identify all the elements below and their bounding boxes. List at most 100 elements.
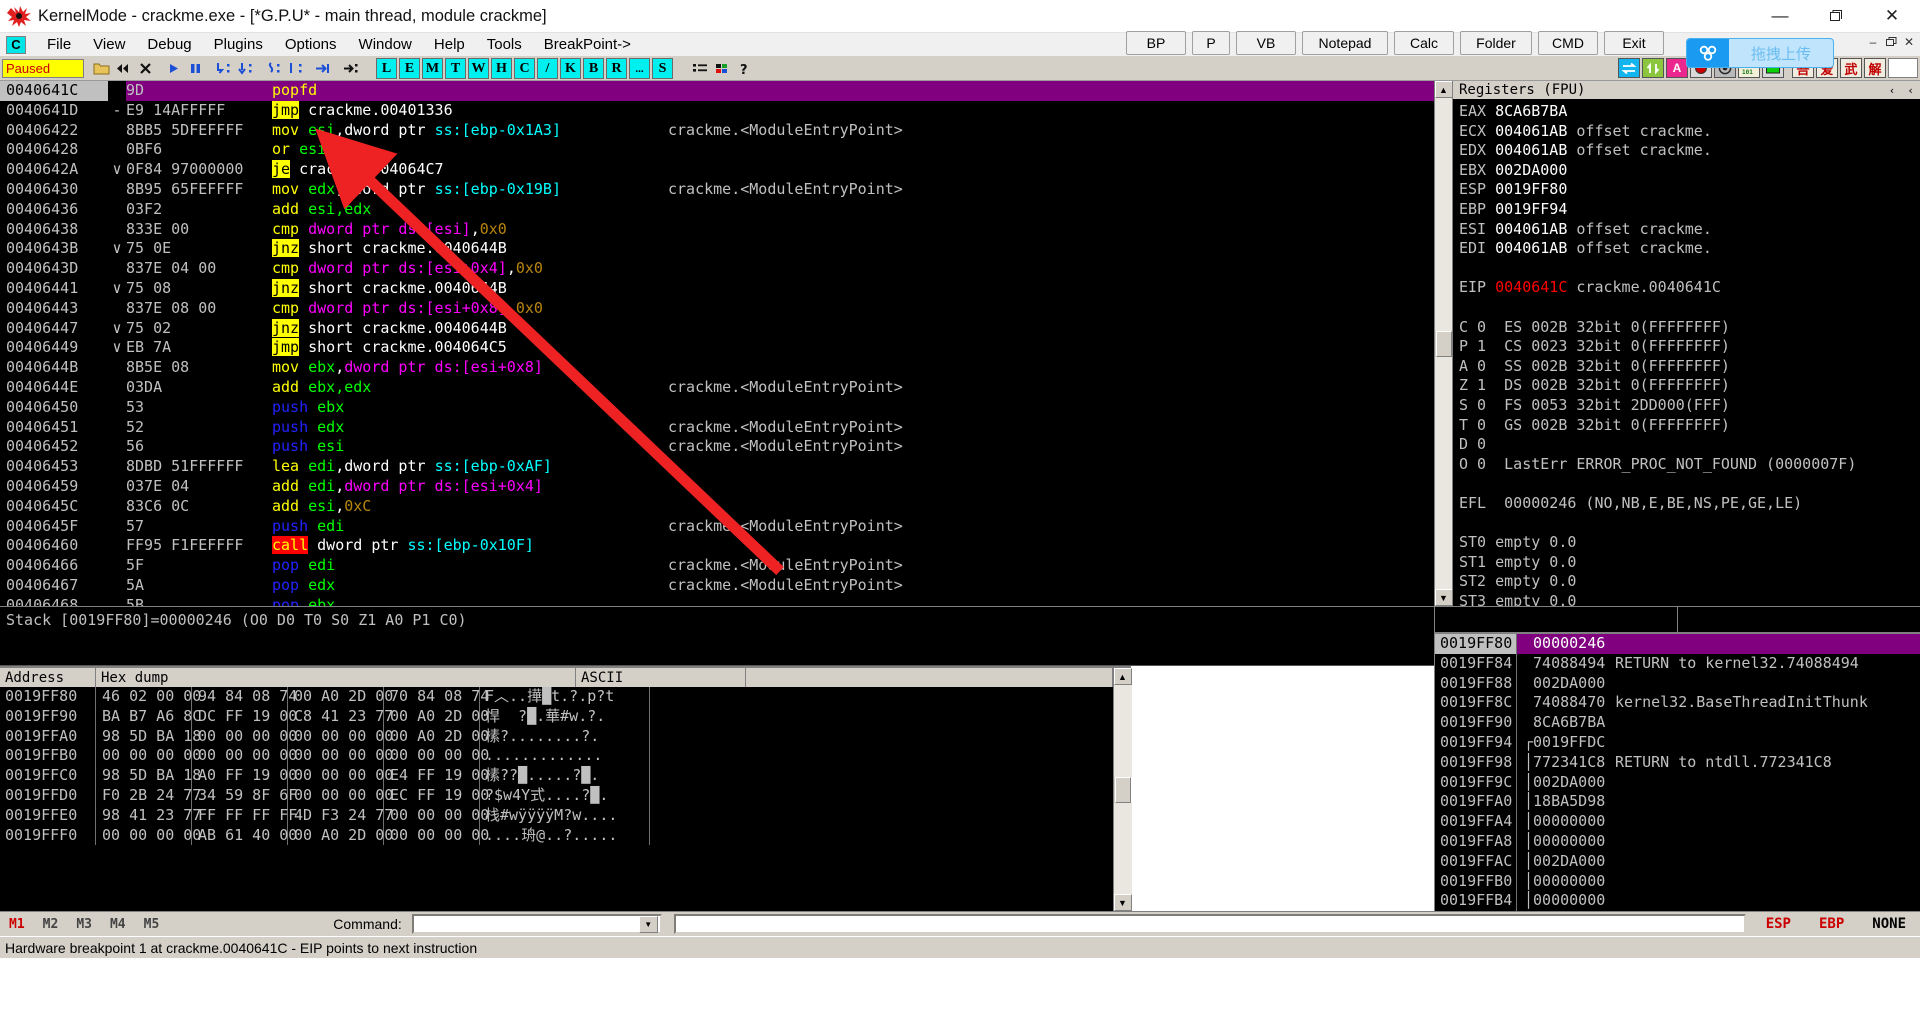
- toolbar-letter-H[interactable]: H: [491, 58, 512, 79]
- dump-col-hex[interactable]: Hex dump: [96, 668, 576, 687]
- dump-row[interactable]: 0019FFB0 00 00 00 00 00 00 00 00 00 00 00 0…: [0, 746, 1113, 767]
- disassembly-row[interactable]: 0040645F 57 push edi crackme.<ModuleEntryPo…: [0, 517, 1434, 537]
- disassembly-row[interactable]: 00406467 5A pop edx crackme.<ModuleEntryPoi…: [0, 576, 1434, 596]
- toolbar-letter-M[interactable]: M: [422, 58, 443, 79]
- dump-col-extra[interactable]: [746, 668, 1113, 687]
- memo-slot-m1[interactable]: M1: [0, 917, 34, 932]
- stack-row[interactable]: 0019FF80 00000246: [1435, 634, 1920, 654]
- stack-row[interactable]: 0019FFB0 │00000000: [1435, 871, 1920, 892]
- command-input[interactable]: ▼: [411, 914, 662, 935]
- flag-s[interactable]: S 0 FS 0053 32bit 2DD000(FFF): [1459, 396, 1920, 416]
- disassembly-row[interactable]: 00406428 0BF6 or esi,esi: [0, 140, 1434, 160]
- stack-row[interactable]: 0019FFAC │002DA000: [1435, 851, 1920, 872]
- flag-c[interactable]: C 0 ES 002B 32bit 0(FFFFFFFF): [1459, 318, 1920, 338]
- menu-view[interactable]: View: [82, 35, 136, 54]
- disassembly-row[interactable]: 0040645C 83C6 0C add esi,0xC: [0, 497, 1434, 517]
- flags-spacer[interactable]: [1459, 298, 1920, 318]
- scroll-down-arrow-icon[interactable]: ▼: [1434, 589, 1453, 606]
- dump-row[interactable]: 0019FFF0 00 00 00 00 AB 61 40 00 00 A0 2D 0…: [0, 825, 1113, 846]
- register-edx[interactable]: EDX 004061AB offset crackme.: [1459, 141, 1920, 161]
- scroll-thumb[interactable]: [1435, 330, 1452, 357]
- disassembly-row[interactable]: 00406436 03F2 add esi,edx: [0, 200, 1434, 220]
- restart-icon[interactable]: [112, 58, 134, 79]
- disassembly-row[interactable]: 0040644E 03DA add ebx,edx crackme.<ModuleEn…: [0, 378, 1434, 398]
- toolbar-letter-slash[interactable]: /: [537, 58, 558, 79]
- disassembly-scrollbar[interactable]: ▲ ▼: [1434, 81, 1453, 606]
- fpu-register-st3[interactable]: ST3 empty 0.0: [1459, 592, 1920, 606]
- flag-o[interactable]: O 0 LastErr ERROR_PROC_NOT_FOUND (000000…: [1459, 455, 1920, 475]
- dump-row[interactable]: 0019FF90 BA B7 A6 8C DC FF 19 00 C8 41 23 7…: [0, 706, 1113, 727]
- chevron-down-icon[interactable]: ▼: [638, 915, 658, 933]
- flag-z[interactable]: Z 1 DS 002B 32bit 0(FFFFFFFF): [1459, 376, 1920, 396]
- cjk-wu2-icon[interactable]: 武: [1840, 58, 1862, 78]
- registers-next-icon[interactable]: ‹: [1901, 84, 1920, 97]
- dump-row[interactable]: 0019FFC0 98 5D BA 18 A0 FF 19 00 00 00 00 0…: [0, 766, 1113, 786]
- menu-options[interactable]: Options: [274, 35, 348, 54]
- dump-scroll-down-icon[interactable]: ▼: [1113, 894, 1132, 911]
- fpu-register-st0[interactable]: ST0 empty 0.0: [1459, 533, 1920, 553]
- quick-notepad-button[interactable]: Notepad: [1302, 31, 1388, 55]
- menu-help[interactable]: Help: [423, 35, 476, 54]
- step-into-icon[interactable]: [212, 58, 234, 79]
- memory-dump-pane[interactable]: Address Hex dump ASCII 0019FF80 46 02 00 …: [0, 666, 1113, 911]
- dump-scrollbar[interactable]: ▲ ▼: [1113, 666, 1132, 911]
- font-a-icon[interactable]: A: [1666, 58, 1688, 78]
- quick-exit-button[interactable]: Exit: [1604, 31, 1664, 55]
- trace-into-icon[interactable]: [262, 58, 284, 79]
- updown-icon[interactable]: [1642, 58, 1664, 78]
- toolbar-letter-E[interactable]: E: [399, 58, 420, 79]
- disassembly-row[interactable]: 00406453 8DBD 51FFFFFF lea edi,dword ptr s…: [0, 457, 1434, 477]
- register-esp[interactable]: ESP 0019FF80: [1459, 180, 1920, 200]
- register-eax[interactable]: EAX 8CA6B7BA: [1459, 102, 1920, 122]
- close-icon[interactable]: [134, 58, 156, 79]
- disassembly-row[interactable]: 0040641C 9D popfd: [0, 81, 1434, 101]
- window-maximize-button[interactable]: [1808, 0, 1864, 32]
- menu-breakpoint[interactable]: BreakPoint->: [533, 35, 642, 54]
- toolbar-letter-K[interactable]: K: [560, 58, 581, 79]
- quick-vb-button[interactable]: VB: [1236, 31, 1296, 55]
- memo-slot-m3[interactable]: M3: [67, 917, 101, 932]
- stack-row[interactable]: 0019FF88 002DA000: [1435, 673, 1920, 694]
- stack-row[interactable]: 0019FF84 74088494 RETURN to kernel32.7408…: [1435, 653, 1920, 674]
- disassembly-row[interactable]: 0040641D - E9 14AFFFFF jmp crackme.00401336: [0, 100, 1434, 121]
- window-minimize-button[interactable]: —: [1752, 0, 1808, 32]
- menu-file[interactable]: File: [36, 35, 82, 54]
- scroll-up-arrow-icon[interactable]: ▲: [1434, 81, 1453, 98]
- dump-rows[interactable]: 0019FF80 46 02 00 00 94 84 08 74 00 A0 2D 0…: [0, 687, 1113, 846]
- stack-row[interactable]: 0019FF94 ┌0019FFDC: [1435, 732, 1920, 753]
- disassembly-row[interactable]: 00406447 ∨ 75 02 jnz short crackme.0040644B: [0, 318, 1434, 339]
- disassembly-row[interactable]: 00406460 FF95 F1FEFFFF call dword ptr ss:[…: [0, 536, 1434, 556]
- register-efl[interactable]: EFL 00000246 (NO,NB,E,BE,NS,PE,GE,LE): [1459, 494, 1920, 514]
- execute-till-return-icon[interactable]: [312, 58, 334, 79]
- dump-scroll-thumb[interactable]: [1114, 776, 1131, 803]
- windows-icon[interactable]: [711, 58, 733, 79]
- stack-row[interactable]: 0019FFA0 │18BA5D98: [1435, 792, 1920, 813]
- quick-folder-button[interactable]: Folder: [1460, 31, 1532, 55]
- disassembly-row[interactable]: 00406441 ∨ 75 08 jnz short crackme.0040644B: [0, 278, 1434, 299]
- disassembly-row[interactable]: 00406466 5F pop edi crackme.<ModuleEntryPoi…: [0, 556, 1434, 576]
- tag-esp[interactable]: ESP: [1752, 916, 1805, 932]
- command-extra-field[interactable]: [673, 914, 1746, 935]
- toolbar-letter-W[interactable]: W: [468, 58, 489, 79]
- stack-row[interactable]: 0019FF98 │772341C8 RETURN to ntdll.772341C…: [1435, 752, 1920, 773]
- quick-calc-button[interactable]: Calc: [1394, 31, 1454, 55]
- disassembly-row[interactable]: 0040643B ∨ 75 0E jnz short crackme.0040644B: [0, 239, 1434, 259]
- memo-slot-m2[interactable]: M2: [34, 917, 68, 932]
- fpu-register-st2[interactable]: ST2 empty 0.0: [1459, 572, 1920, 592]
- disassembly-row[interactable]: 00406422 8BB5 5DFEFFFF mov esi,dword ptr s…: [0, 121, 1434, 141]
- stack-row[interactable]: 0019FF90 8CA6B7BA: [1435, 713, 1920, 733]
- flag-p[interactable]: P 1 CS 0023 32bit 0(FFFFFFFF): [1459, 337, 1920, 357]
- quick-p-button[interactable]: P: [1192, 31, 1230, 55]
- registers-prev-icon[interactable]: ‹: [1883, 84, 1902, 97]
- fpu-spacer[interactable]: [1459, 513, 1920, 533]
- toolbar-white-field[interactable]: [1888, 58, 1918, 78]
- scroll-track[interactable]: [1434, 98, 1453, 331]
- registers-pane[interactable]: Registers (FPU) ‹ ‹ EAX 8CA6B7BA ECX 004…: [1452, 81, 1920, 606]
- memo-slot-m5[interactable]: M5: [135, 917, 169, 932]
- stack-rows[interactable]: 0019FF80 00000246 0019FF84 74088494 RETURN…: [1435, 634, 1920, 912]
- flag-a[interactable]: A 0 SS 002B 32bit 0(FFFFFFFF): [1459, 357, 1920, 377]
- stack-row[interactable]: 0019FFA8 │00000000: [1435, 831, 1920, 852]
- toolbar-letter-B[interactable]: B: [583, 58, 604, 79]
- stack-row[interactable]: 0019FF8C 74088470 kernel32.BaseThreadInit…: [1435, 693, 1920, 714]
- step-over-icon[interactable]: [234, 58, 256, 79]
